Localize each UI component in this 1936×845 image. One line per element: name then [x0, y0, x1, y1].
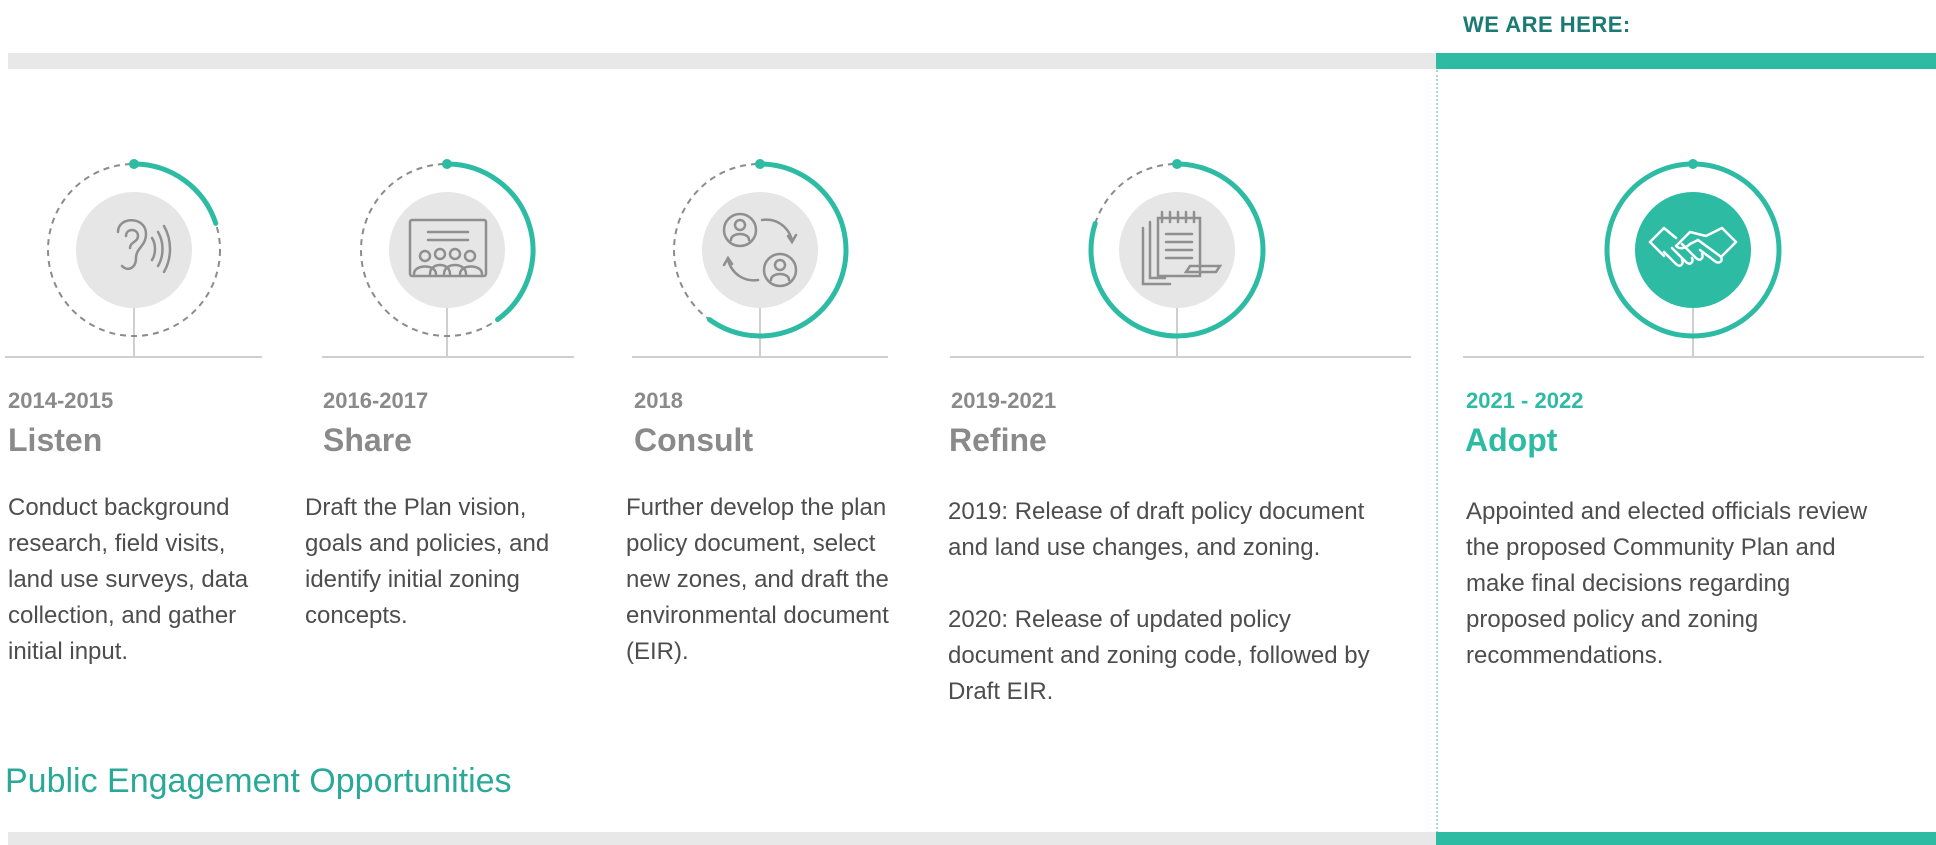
stage-years-share: 2016-2017	[323, 388, 429, 413]
description-line: 2020: Release of updated policy	[948, 606, 1291, 633]
engagement-track-current	[1436, 832, 1936, 845]
stage-description-share: Draft the Plan vision, goals and policie…	[305, 490, 585, 634]
description-line: (EIR).	[626, 638, 689, 665]
description-line: make final decisions regarding	[1466, 570, 1791, 597]
description-line: document and zoning code, followed by	[948, 642, 1370, 669]
description-line: initial input.	[8, 638, 129, 665]
description-line: goals and policies, and	[305, 530, 550, 557]
description-line: the proposed Community Plan and	[1466, 534, 1836, 561]
stage-title-consult: Consult	[634, 422, 754, 458]
stage-progress-graphics	[5, 159, 1924, 358]
description-line: 2019: Release of draft policy document	[948, 498, 1365, 525]
section-heading-public-engagement: Public Engagement Opportunities	[5, 762, 512, 800]
stage-years-refine: 2019-2021	[951, 388, 1057, 413]
progress-ring-dot-refine	[1172, 159, 1182, 169]
description-line: environmental document	[626, 602, 889, 629]
stage-description-listen: Conduct background research, field visit…	[8, 490, 268, 670]
progress-ring-dot-share	[442, 159, 452, 169]
description-line: proposed policy and zoning	[1466, 606, 1759, 633]
description-line: land use surveys, data	[8, 566, 249, 593]
description-line: research, field visits,	[8, 530, 226, 557]
stage-description-consult: Further develop the plan policy document…	[626, 490, 926, 670]
stage-title-refine: Refine	[949, 422, 1047, 458]
we-are-here-label: WE ARE HERE:	[1463, 12, 1631, 37]
stage-icon-bg-share	[389, 192, 505, 308]
stage-icon-bg-adopt	[1635, 192, 1751, 308]
description-line: Draft the Plan vision,	[305, 494, 527, 521]
progress-ring-dot-listen	[129, 159, 139, 169]
progress-ring-dot-consult	[755, 159, 765, 169]
stage-description-adopt: Appointed and elected officials review t…	[1466, 494, 1926, 674]
description-line: Appointed and elected officials review	[1466, 498, 1868, 525]
description-line: collection, and gather	[8, 602, 237, 629]
stage-ring-adopt	[1463, 159, 1924, 358]
stage-title-share: Share	[323, 422, 412, 458]
stage-title-listen: Listen	[8, 422, 103, 458]
description-line: concepts.	[305, 602, 408, 629]
engagement-track-past	[8, 832, 1436, 845]
timeline-track-past	[8, 53, 1436, 69]
stage-ring-listen	[5, 159, 262, 358]
stage-ring-share	[322, 159, 574, 358]
progress-ring-dot-adopt	[1688, 159, 1698, 169]
description-line: Further develop the plan	[626, 494, 887, 521]
stage-description-refine: 2019: Release of draft policy document a…	[948, 494, 1428, 710]
description-line: Draft EIR.	[948, 678, 1054, 705]
stage-ring-refine	[950, 159, 1411, 358]
description-line: and land use changes, and zoning.	[948, 534, 1321, 561]
stage-years-consult: 2018	[634, 388, 683, 413]
stage-ring-consult	[632, 159, 888, 358]
description-line: policy document, select	[626, 530, 876, 557]
description-line	[948, 566, 1428, 602]
stage-icon-bg-consult	[702, 192, 818, 308]
description-line: identify initial zoning	[305, 566, 520, 593]
timeline-track-current	[1436, 53, 1936, 69]
stage-years-adopt: 2021 - 2022	[1466, 388, 1584, 413]
description-line: new zones, and draft the	[626, 566, 889, 593]
stage-years-listen: 2014-2015	[8, 388, 114, 413]
description-line: Conduct background	[8, 494, 230, 521]
stage-icon-bg-listen	[76, 192, 192, 308]
stage-title-adopt: Adopt	[1465, 422, 1558, 458]
description-line: recommendations.	[1466, 642, 1664, 669]
